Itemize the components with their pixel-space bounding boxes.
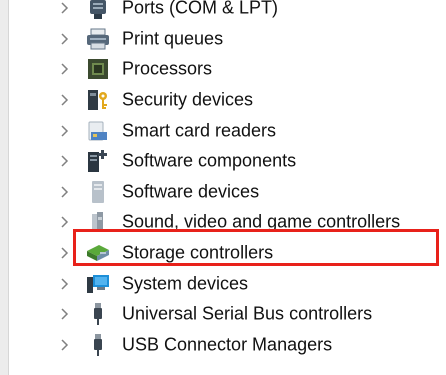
tree-item-sound-video-game-controllers[interactable]: Sound, video and game controllers <box>0 207 446 238</box>
speaker-icon <box>86 210 110 234</box>
chevron-right-icon[interactable] <box>57 215 71 229</box>
port-icon <box>86 0 110 20</box>
chevron-right-icon[interactable] <box>57 124 71 138</box>
tree-item-usb-connector-managers[interactable]: USB Connector Managers <box>0 330 446 361</box>
chevron-right-icon[interactable] <box>57 32 71 46</box>
chevron-right-icon[interactable] <box>57 93 71 107</box>
tree-item-label: Smart card readers <box>122 120 277 141</box>
chevron-right-icon[interactable] <box>57 307 71 321</box>
tree-item-label: Software devices <box>122 181 260 202</box>
tree-item-smart-card-readers[interactable]: Smart card readers <box>0 115 446 146</box>
security-key-icon <box>86 88 110 112</box>
tree-item-ports[interactable]: Ports (COM & LPT) <box>0 0 446 24</box>
software-component-icon <box>86 149 110 173</box>
usb-icon <box>86 302 110 326</box>
device-tree: Ports (COM & LPT) Print queues Processor… <box>0 0 446 360</box>
tree-item-software-devices[interactable]: Software devices <box>0 177 446 208</box>
chevron-right-icon[interactable] <box>57 154 71 168</box>
software-device-icon <box>86 180 110 204</box>
chevron-right-icon[interactable] <box>57 338 71 352</box>
chevron-right-icon[interactable] <box>57 246 71 260</box>
device-manager-panel: Ports (COM & LPT) Print queues Processor… <box>0 0 446 375</box>
tree-item-label: Sound, video and game controllers <box>122 211 401 232</box>
chevron-right-icon[interactable] <box>57 277 71 291</box>
chevron-right-icon[interactable] <box>57 62 71 76</box>
tree-item-label: Storage controllers <box>122 242 274 263</box>
tree-item-system-devices[interactable]: System devices <box>0 268 446 299</box>
tree-item-software-components[interactable]: Software components <box>0 146 446 177</box>
tree-item-label: Universal Serial Bus controllers <box>122 303 373 324</box>
usb-icon <box>86 333 110 357</box>
tree-item-label: System devices <box>122 273 249 294</box>
system-device-icon <box>86 272 110 296</box>
tree-item-label: Security devices <box>122 89 254 110</box>
chevron-right-icon[interactable] <box>57 185 71 199</box>
smart-card-reader-icon <box>86 119 110 143</box>
tree-item-label: USB Connector Managers <box>122 334 333 355</box>
printer-icon <box>86 27 110 51</box>
tree-item-label: Software components <box>122 150 297 171</box>
tree-item-label: Print queues <box>122 28 224 49</box>
storage-controller-icon <box>86 241 110 265</box>
tree-item-label: Ports (COM & LPT) <box>122 0 279 18</box>
tree-item-processors[interactable]: Processors <box>0 54 446 85</box>
tree-item-usb-controllers[interactable]: Universal Serial Bus controllers <box>0 299 446 330</box>
processor-icon <box>86 57 110 81</box>
tree-item-label: Processors <box>122 58 213 79</box>
tree-item-print-queues[interactable]: Print queues <box>0 24 446 55</box>
tree-item-security-devices[interactable]: Security devices <box>0 85 446 116</box>
chevron-right-icon[interactable] <box>57 1 71 15</box>
tree-item-storage-controllers[interactable]: Storage controllers <box>0 238 446 269</box>
